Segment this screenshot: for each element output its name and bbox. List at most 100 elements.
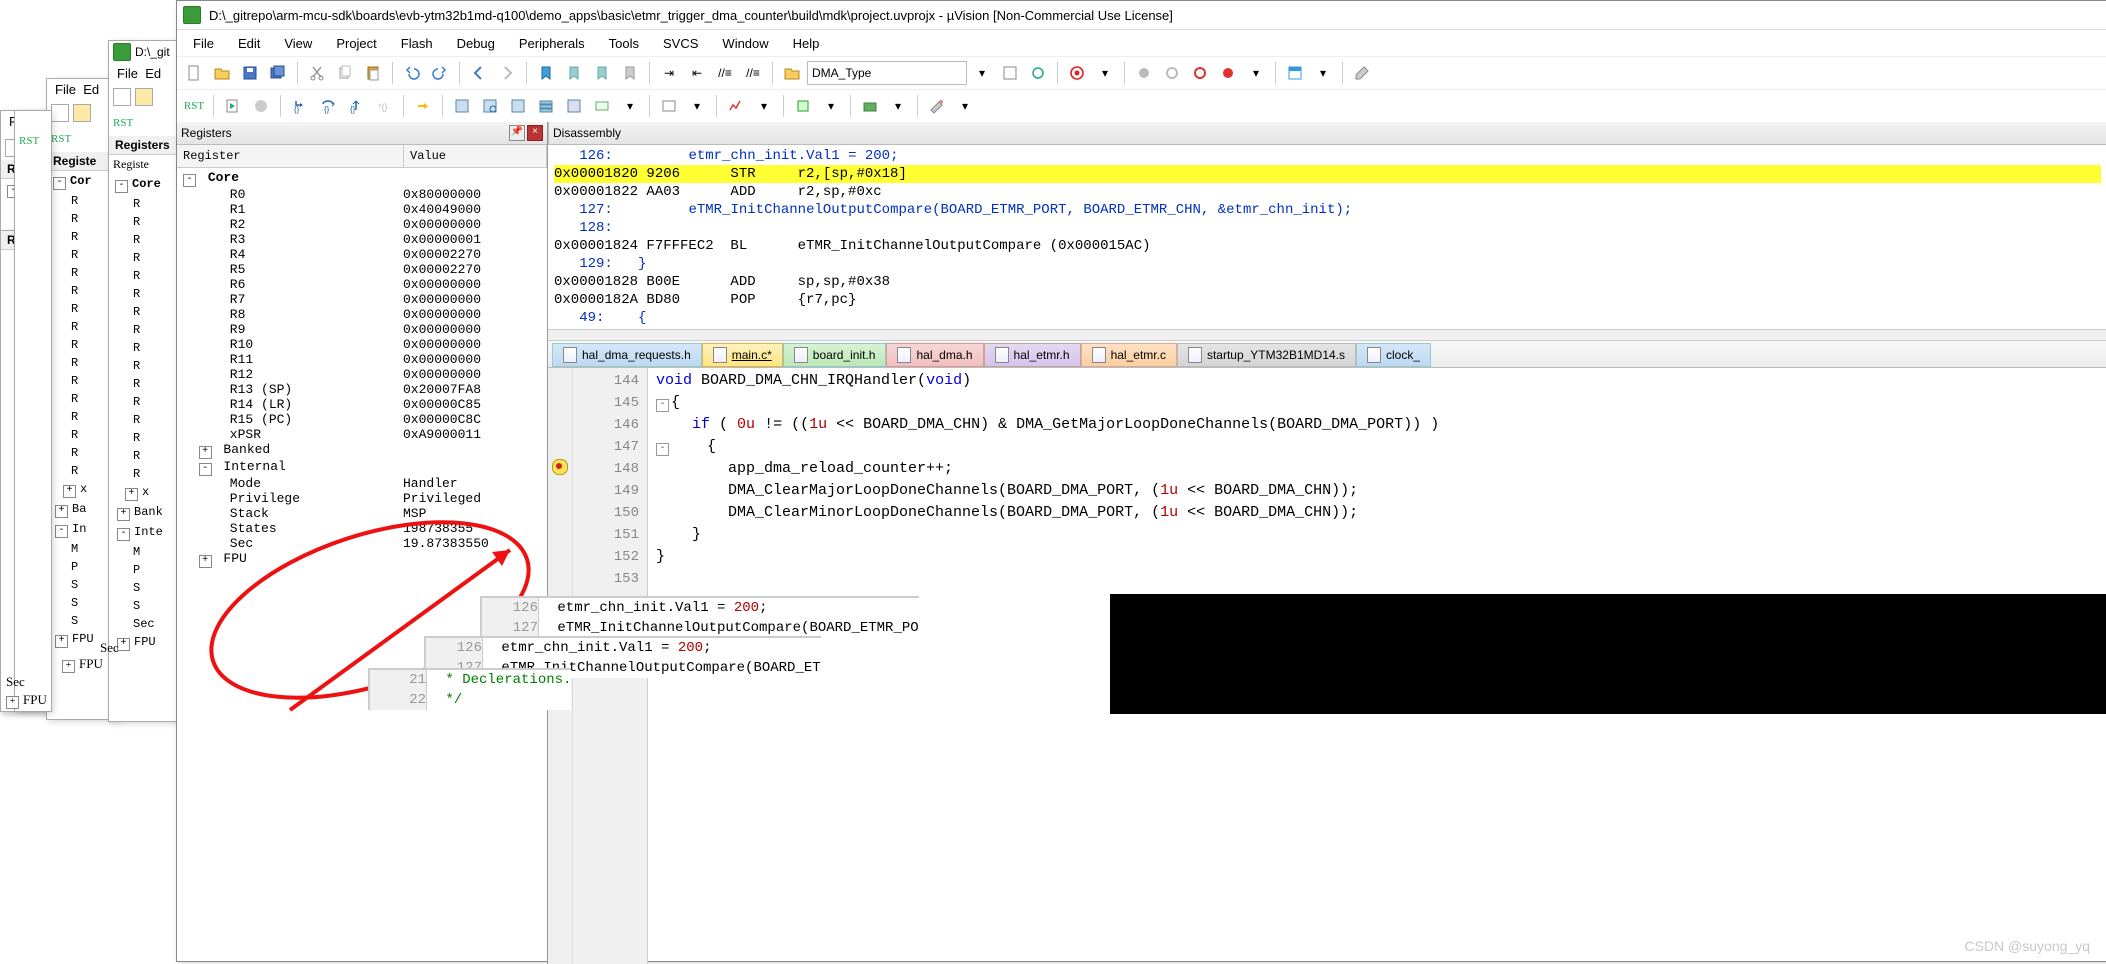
indent-icon[interactable]: ⇥ (656, 60, 682, 86)
menu-file[interactable]: File (181, 32, 226, 55)
close-pane-icon[interactable]: × (527, 125, 543, 141)
step-into-icon[interactable]: {} (287, 93, 313, 119)
watch-window-icon[interactable] (589, 93, 615, 119)
debug-settings-icon[interactable] (924, 93, 950, 119)
tab-hal_etmr-h[interactable]: hal_etmr.h (984, 343, 1081, 367)
menu-project[interactable]: Project (324, 32, 388, 55)
nav-back-icon[interactable] (466, 60, 492, 86)
bookmark-prev-icon[interactable] (561, 60, 587, 86)
uvision-icon (113, 43, 131, 61)
window-layout-icon[interactable] (1282, 60, 1308, 86)
save-icon[interactable] (237, 60, 263, 86)
app-icon (183, 6, 201, 24)
bookmark-next-icon[interactable] (589, 60, 615, 86)
run-icon[interactable] (220, 93, 246, 119)
svg-text:{}: {} (324, 105, 330, 114)
editor-tabs: hal_dma_requests.hmain.c*board_init.hhal… (548, 341, 2106, 368)
refresh-icon[interactable] (1025, 60, 1051, 86)
sv-dropdown-icon[interactable]: ▾ (818, 93, 844, 119)
bp-enable-icon[interactable] (1159, 60, 1185, 86)
toolbox-icon[interactable] (857, 93, 883, 119)
system-viewer-icon[interactable] (790, 93, 816, 119)
configure-icon[interactable] (1349, 60, 1375, 86)
toolbar-debug: RST {} {} {} *{} ▾ ▾ ▾ ▾ ▾ ▾ (177, 89, 2106, 122)
save-all-icon[interactable] (265, 60, 291, 86)
disassembly-title: Disassembly (553, 126, 621, 140)
col-register: Register (177, 145, 404, 167)
serial-windows-icon[interactable] (656, 93, 682, 119)
col-value: Value (404, 145, 547, 167)
debug-settings-dropdown-icon[interactable]: ▾ (952, 93, 978, 119)
menu-edit[interactable]: Edit (226, 32, 272, 55)
cut-icon[interactable] (304, 60, 330, 86)
show-next-stmt-icon[interactable] (410, 93, 436, 119)
trace-dropdown-icon[interactable]: ▾ (751, 93, 777, 119)
paste-icon[interactable] (360, 60, 386, 86)
menu-peripherals[interactable]: Peripherals (507, 32, 597, 55)
bookmark-clear-icon[interactable] (617, 60, 643, 86)
menu-svcs[interactable]: SVCS (651, 32, 710, 55)
tab-main-c-[interactable]: main.c* (702, 343, 783, 367)
window-title: D:\_gitrepo\arm-mcu-sdk\boards\evb-ytm32… (205, 8, 1173, 23)
nav-fwd-icon[interactable] (494, 60, 520, 86)
combo-dropdown-icon[interactable]: ▾ (969, 60, 995, 86)
debug-icon[interactable] (1064, 60, 1090, 86)
tab-clock_[interactable]: clock_ (1356, 343, 1431, 367)
frag-reg-h0: Registers (109, 136, 181, 155)
find-in-files-icon[interactable] (779, 60, 805, 86)
menu-tools[interactable]: Tools (597, 32, 651, 55)
callstack-window-icon[interactable] (561, 93, 587, 119)
menu-debug[interactable]: Debug (445, 32, 507, 55)
tab-hal_dma_requests-h[interactable]: hal_dma_requests.h (552, 343, 702, 367)
tab-startup_YTM32B1MD14-s[interactable]: startup_YTM32B1MD14.s (1177, 343, 1356, 367)
pin-icon[interactable]: 📌 (509, 125, 525, 141)
goto-def-icon[interactable] (997, 60, 1023, 86)
code-snippet: 21 * Declerations.22 */ (368, 668, 571, 710)
bp-disable-icon[interactable] (1187, 60, 1213, 86)
menu-view[interactable]: View (272, 32, 324, 55)
menu-bar: File Edit View Project Flash Debug Perip… (177, 30, 2106, 56)
disasm-window-icon[interactable] (477, 93, 503, 119)
stop-icon[interactable] (248, 93, 274, 119)
symbol-combo[interactable]: DMA_Type (807, 61, 967, 85)
copy-icon[interactable] (332, 60, 358, 86)
symbols-window-icon[interactable] (505, 93, 531, 119)
bp-insert-icon[interactable] (1131, 60, 1157, 86)
svg-text:*{}: *{} (378, 102, 388, 112)
tab-hal_dma-h[interactable]: hal_dma.h (886, 343, 983, 367)
bp-kill-icon[interactable] (1215, 60, 1241, 86)
registers-window-icon[interactable] (533, 93, 559, 119)
uncomment-icon[interactable]: //≡ (740, 60, 766, 86)
svg-text:{}: {} (350, 105, 356, 114)
outdent-icon[interactable]: ⇤ (684, 60, 710, 86)
tab-board_init-h[interactable]: board_init.h (783, 343, 887, 367)
menu-flash[interactable]: Flash (389, 32, 445, 55)
disassembly-view[interactable]: 126: etmr_chn_init.Val1 = 200;0x00001820… (548, 145, 2106, 329)
command-window-icon[interactable] (449, 93, 475, 119)
open-file-icon[interactable] (209, 60, 235, 86)
redo-icon[interactable] (427, 60, 453, 86)
registers-tree[interactable]: - Core R00x80000000 R10x40049000 R20x000… (177, 168, 547, 964)
analysis-windows-icon[interactable]: ▾ (684, 93, 710, 119)
svg-text:{}: {} (294, 105, 300, 114)
new-file-icon[interactable] (181, 60, 207, 86)
memory-window-icon[interactable]: ▾ (617, 93, 643, 119)
layout-dropdown-icon[interactable]: ▾ (1310, 60, 1336, 86)
capture-mask (1110, 594, 2106, 714)
comment-icon[interactable]: //≡ (712, 60, 738, 86)
tab-hal_etmr-c[interactable]: hal_etmr.c (1081, 343, 1177, 367)
undo-icon[interactable] (399, 60, 425, 86)
menu-window[interactable]: Window (710, 32, 780, 55)
run-to-cursor-icon[interactable]: *{} (371, 93, 397, 119)
reset-icon[interactable]: RST (181, 93, 207, 119)
toolbox-dropdown-icon[interactable]: ▾ (885, 93, 911, 119)
step-over-icon[interactable]: {} (315, 93, 341, 119)
bookmark-toggle-icon[interactable] (533, 60, 559, 86)
bp-dropdown-icon[interactable]: ▾ (1243, 60, 1269, 86)
step-out-icon[interactable]: {} (343, 93, 369, 119)
registers-title: Registers (181, 126, 232, 140)
menu-help[interactable]: Help (781, 32, 832, 55)
trace-windows-icon[interactable] (723, 93, 749, 119)
debug-dropdown-icon[interactable]: ▾ (1092, 60, 1118, 86)
frag-title: D:\_git (135, 45, 170, 59)
